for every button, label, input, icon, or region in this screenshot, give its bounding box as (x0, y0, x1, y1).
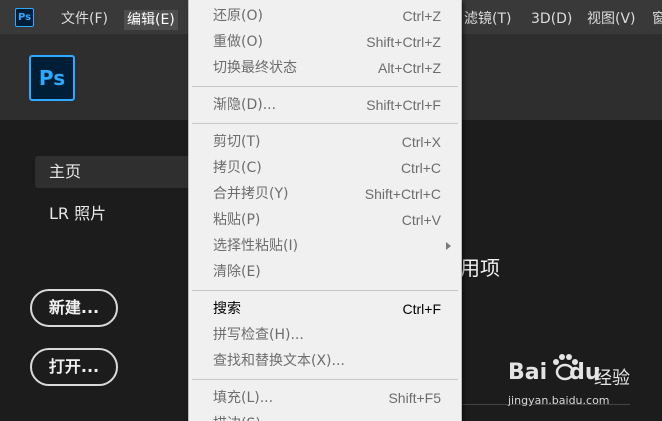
menu-item-toggle-last-state[interactable]: 切换最终状态 Alt+Ctrl+Z (189, 55, 461, 81)
shortcut-label: Shift+Ctrl+F (366, 97, 441, 113)
menu-item-label: 清除(E) (213, 264, 261, 280)
open-button[interactable]: 打开... (30, 348, 118, 386)
jingyan-label: 经验 (594, 368, 630, 389)
menu-item-find-replace[interactable]: 查找和替换文本(X)... (189, 348, 461, 374)
menu-item-redo[interactable]: 重做(O) Shift+Ctrl+Z (189, 29, 461, 55)
menu-item-label: 选择性粘贴(I) (213, 238, 299, 254)
menu-item-paste-special[interactable]: 选择性粘贴(I) (189, 233, 461, 259)
menu-view[interactable]: 视图(V) (587, 0, 636, 34)
menu-separator (192, 379, 458, 380)
menu-edit[interactable]: 编辑(E) (124, 10, 178, 30)
menu-item-label: 拼写检查(H)... (213, 327, 304, 343)
menu-item-copy-merged[interactable]: 合并拷贝(Y) Shift+Ctrl+C (189, 181, 461, 207)
section-heading: 用项 (460, 256, 500, 280)
menu-file[interactable]: 文件(F) (61, 0, 108, 34)
photoshop-app-icon[interactable]: Ps (15, 8, 34, 27)
menu-separator (192, 86, 458, 87)
photoshop-logo: Ps (29, 55, 75, 101)
new-button[interactable]: 新建... (30, 289, 118, 327)
menu-item-search[interactable]: 搜索 Ctrl+F (189, 296, 461, 322)
nav-item-lr-photos[interactable]: LR 照片 (49, 202, 106, 226)
menu-item-clear[interactable]: 清除(E) (189, 259, 461, 285)
edit-dropdown-menu: 还原(O) Ctrl+Z 重做(O) Shift+Ctrl+Z 切换最终状态 A… (188, 0, 462, 421)
shortcut-label: Shift+Ctrl+C (364, 186, 441, 202)
menu-item-label: 拷贝(C) (213, 160, 262, 176)
menu-item-label: 渐隐(D)... (213, 97, 277, 113)
shortcut-label: Ctrl+F (402, 301, 442, 317)
menu-separator (192, 123, 458, 124)
menu-item-label: 描边(S)... (213, 411, 274, 421)
menu-item-label: 填充(L)... (213, 390, 274, 406)
menu-item-label: 搜索 (213, 301, 241, 317)
shortcut-label: Shift+F5 (388, 390, 441, 406)
menu-item-undo[interactable]: 还原(O) Ctrl+Z (189, 3, 461, 29)
menu-item-spell-check[interactable]: 拼写检查(H)... (189, 322, 461, 348)
menu-item-paste[interactable]: 粘贴(P) Ctrl+V (189, 207, 461, 233)
watermark-url: jingyan.baidu.com (508, 394, 610, 407)
shortcut-label: Shift+Ctrl+Z (366, 34, 441, 50)
menu-item-label: 查找和替换文本(X)... (213, 353, 345, 369)
baidu-jingyan-watermark: Bai du 经验 jingyan.baidu.com (508, 352, 658, 414)
shortcut-label: Ctrl+Z (402, 8, 442, 24)
menu-window[interactable]: 窗 (652, 0, 662, 34)
shortcut-label: Ctrl+C (400, 160, 441, 176)
shortcut-label: Ctrl+V (401, 212, 441, 228)
menu-item-label: 合并拷贝(Y) (213, 186, 289, 202)
menu-item-fill[interactable]: 填充(L)... Shift+F5 (189, 385, 461, 411)
menu-item-copy[interactable]: 拷贝(C) Ctrl+C (189, 155, 461, 181)
menu-item-label: 切换最终状态 (213, 60, 297, 76)
shortcut-label: Alt+Ctrl+Z (377, 60, 441, 76)
menu-item-stroke[interactable]: 描边(S)... (189, 411, 461, 421)
menu-item-fade[interactable]: 渐隐(D)... Shift+Ctrl+F (189, 92, 461, 118)
menu-item-label: 还原(O) (213, 8, 263, 24)
menu-item-label: 剪切(T) (213, 134, 261, 150)
menu-filter[interactable]: 滤镜(T) (464, 0, 511, 34)
nav-item-home[interactable]: 主页 (35, 156, 195, 188)
menu-item-label: 重做(O) (213, 34, 263, 50)
shortcut-label: Ctrl+X (401, 134, 441, 150)
menu-3d[interactable]: 3D(D) (531, 0, 572, 34)
paw-icon (553, 354, 578, 381)
submenu-arrow-icon (446, 242, 451, 250)
menu-item-label: 粘贴(P) (213, 212, 261, 228)
menu-item-cut[interactable]: 剪切(T) Ctrl+X (189, 129, 461, 155)
menu-separator (192, 290, 458, 291)
